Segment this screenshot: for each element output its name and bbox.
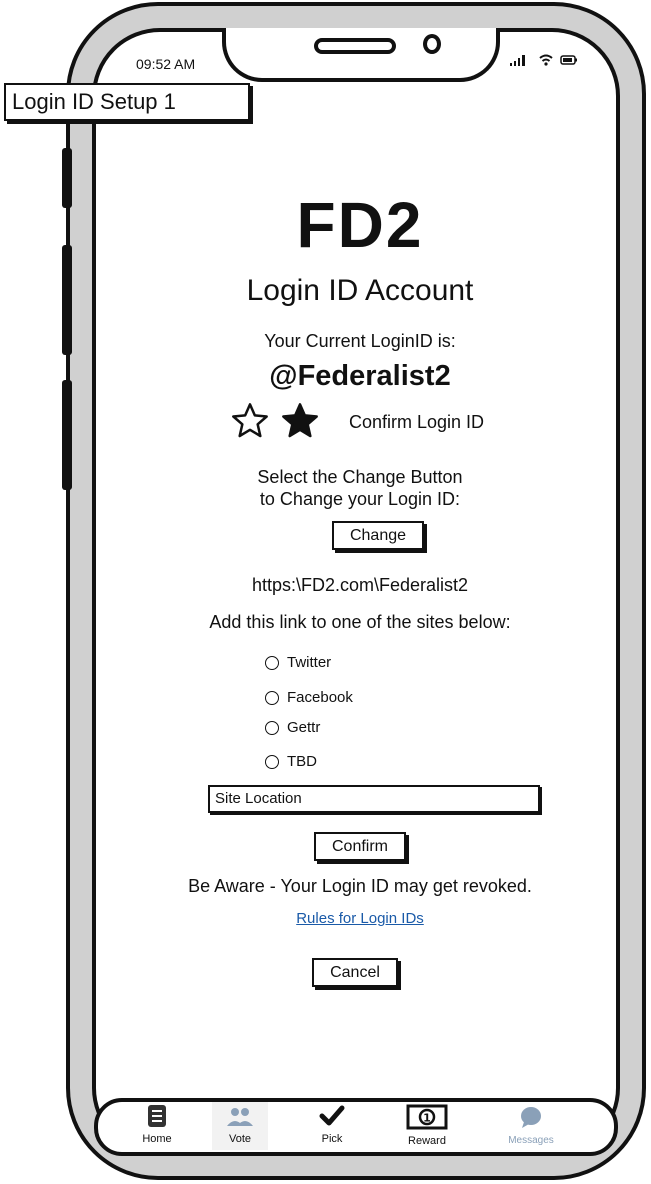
people-icon (227, 1108, 253, 1126)
radio-button[interactable] (265, 754, 279, 769)
change-instructions: Select the Change Button to Change your … (100, 466, 620, 510)
rating-stars (230, 401, 320, 441)
signal-icon (510, 55, 525, 66)
speaker-icon (314, 38, 396, 54)
brand-title: FD2 (296, 189, 424, 261)
screen-label: Login ID Setup 1 (4, 83, 250, 121)
svg-text:1: 1 (423, 1112, 431, 1125)
profile-link: https:\FD2.com\Federalist2 (251, 575, 469, 595)
tab-label: Reward (408, 1135, 446, 1147)
confirm-button[interactable]: Confirm (314, 832, 406, 861)
radio-label: Twitter (287, 654, 332, 671)
tab-messages[interactable]: Messages (500, 1106, 562, 1146)
tab-label: Home (142, 1133, 172, 1145)
tab-vote[interactable]: Vote (216, 1106, 264, 1145)
battery-icon (560, 55, 577, 65)
radio-button[interactable] (265, 655, 279, 670)
money-icon: 1 (406, 1104, 448, 1130)
page-title: Login ID Account (246, 274, 474, 307)
phone-side-button (62, 380, 72, 490)
radio-option-tbd[interactable]: TBD (265, 753, 317, 770)
radio-button[interactable] (265, 720, 279, 735)
radio-option-gettr[interactable]: Gettr (265, 719, 320, 736)
instruction-line: Select the Change Button (257, 467, 463, 487)
status-time: 09:52 AM (136, 56, 196, 72)
star-filled-icon[interactable] (280, 401, 320, 441)
tab-pick[interactable]: Pick (312, 1104, 352, 1145)
current-id-value: @Federalist2 (269, 360, 451, 392)
current-id-label: Your Current LoginID is: (264, 331, 456, 351)
cancel-button[interactable]: Cancel (312, 958, 398, 987)
radio-button[interactable] (265, 690, 279, 705)
tab-label: Vote (228, 1133, 252, 1145)
warning-text: Be Aware - Your Login ID may get revoked… (188, 876, 532, 896)
phone-side-button (62, 245, 72, 355)
rules-link[interactable]: Rules for Login IDs (100, 910, 620, 927)
home-doc-icon (148, 1105, 166, 1127)
radio-label: Facebook (287, 689, 353, 706)
site-location-input[interactable]: Site Location (208, 785, 540, 813)
check-icon (319, 1105, 345, 1126)
confirm-login-id-label: Confirm Login ID (349, 412, 485, 432)
tab-reward[interactable]: 1 Reward (400, 1104, 454, 1147)
radio-option-twitter[interactable]: Twitter (265, 654, 331, 671)
phone-notch (222, 28, 500, 82)
radio-label: TBD (287, 753, 317, 770)
phone-side-button (62, 148, 72, 208)
tab-label: Pick (321, 1133, 343, 1145)
star-outline-icon[interactable] (230, 401, 270, 441)
add-link-instruction: Add this link to one of the sites below: (209, 612, 511, 632)
radio-option-facebook[interactable]: Facebook (265, 689, 353, 706)
tab-home[interactable]: Home (134, 1104, 180, 1145)
radio-label: Gettr (287, 719, 321, 736)
change-button[interactable]: Change (332, 521, 424, 550)
chat-bubble-icon (521, 1107, 541, 1128)
tab-label: Messages (508, 1135, 554, 1146)
wifi-icon (539, 54, 553, 66)
instruction-line: to Change your Login ID: (259, 489, 461, 509)
camera-icon (423, 34, 441, 54)
status-icons (508, 53, 578, 67)
